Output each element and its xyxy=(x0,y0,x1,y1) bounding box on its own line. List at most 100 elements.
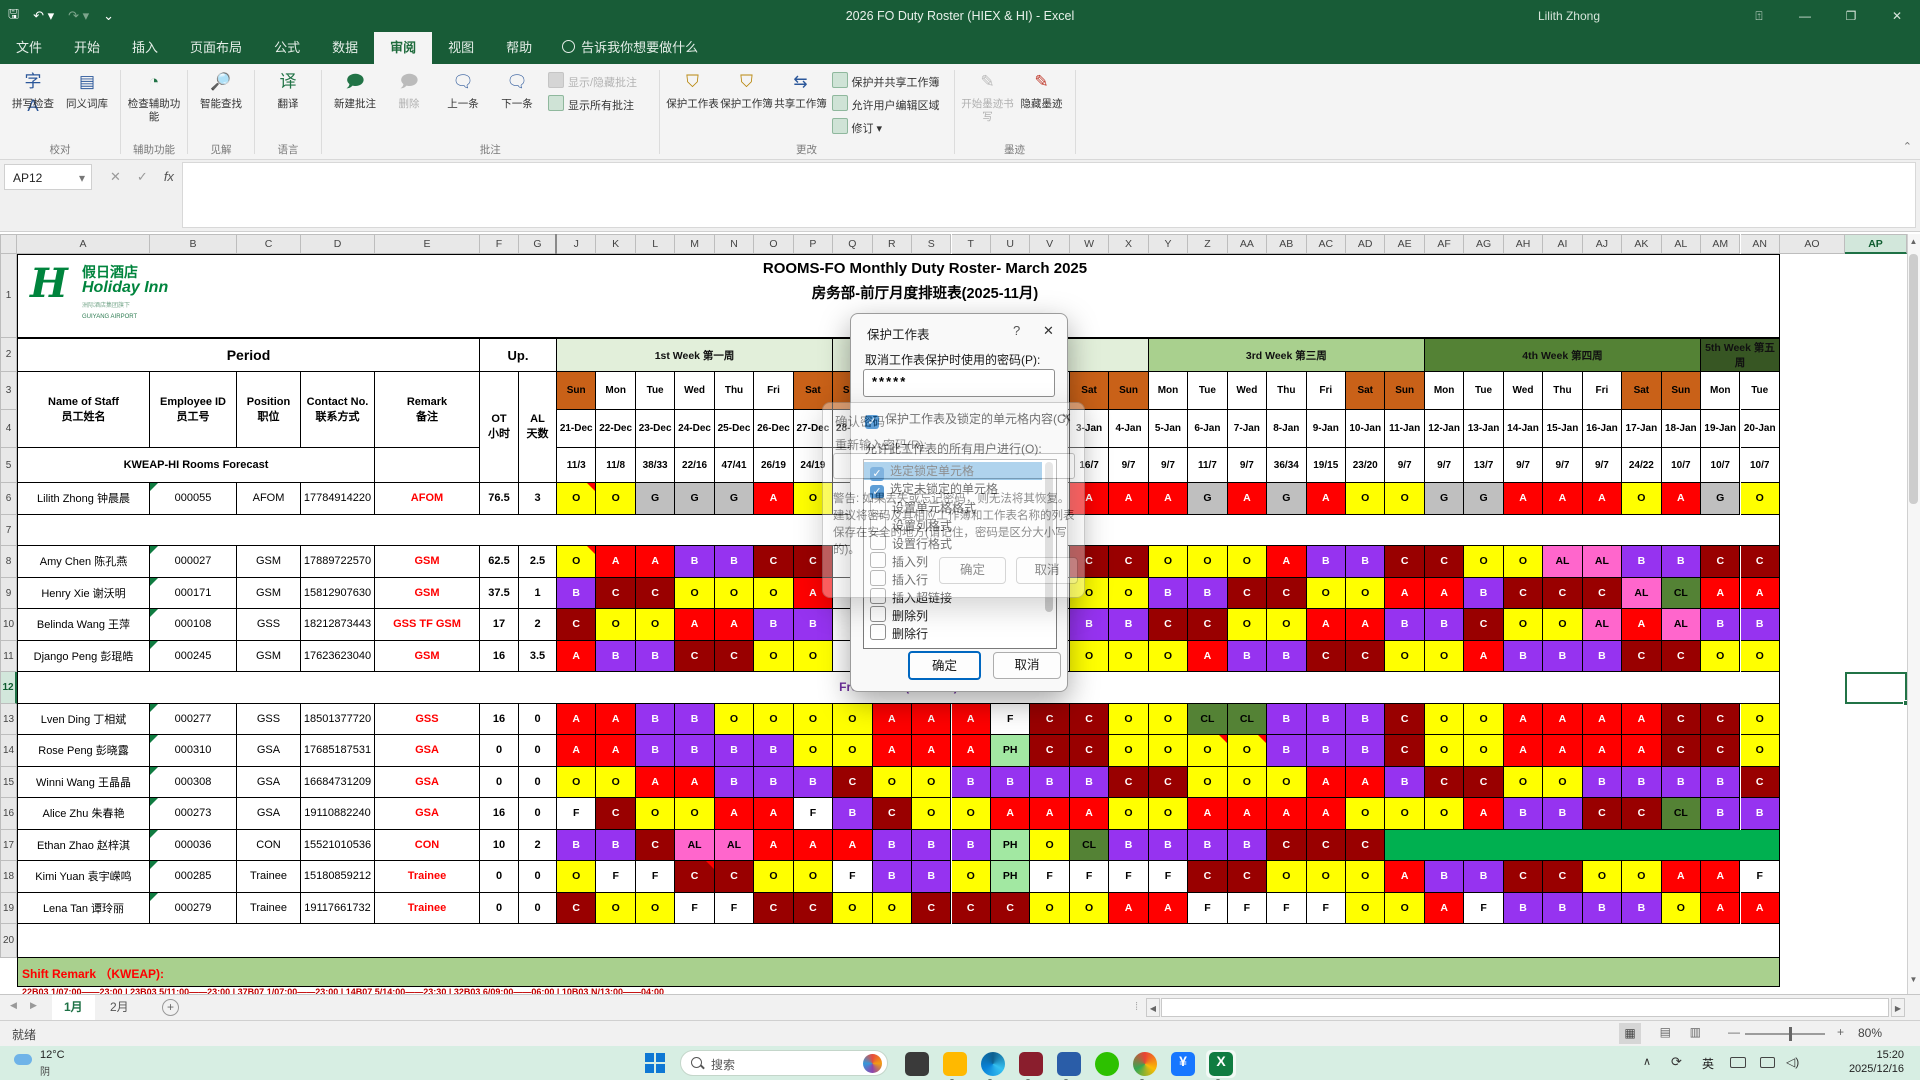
shift-cell[interactable]: F xyxy=(1228,893,1267,925)
staff-pos-10[interactable]: GSS xyxy=(237,609,301,641)
page-break-view-icon[interactable]: ▥ xyxy=(1690,1025,1701,1039)
shift-cell[interactable]: C xyxy=(1346,641,1385,673)
staff-remark-11[interactable]: GSM xyxy=(375,641,480,673)
ribbon-tab-帮助[interactable]: 帮助 xyxy=(490,32,548,64)
shift-cell[interactable]: A xyxy=(715,609,754,641)
shift-cell[interactable]: O xyxy=(794,735,833,767)
shift-cell[interactable]: B xyxy=(1622,546,1661,578)
row-header-11[interactable]: 11 xyxy=(0,641,17,673)
shift-cell[interactable]: B xyxy=(1188,578,1227,610)
shift-cell[interactable]: B xyxy=(1070,609,1109,641)
scroll-down-icon[interactable]: ▼ xyxy=(1907,972,1920,988)
shift-cell[interactable]: B xyxy=(754,609,793,641)
ribbon-button-显示所有批注[interactable]: 显示所有批注 xyxy=(548,95,634,115)
shift-cell[interactable]: C xyxy=(1701,735,1740,767)
column-header-J[interactable]: J xyxy=(557,234,596,254)
row-header-20[interactable]: 20 xyxy=(0,924,17,958)
shift-cell[interactable]: A xyxy=(1583,735,1622,767)
shift-cell[interactable]: B xyxy=(675,735,714,767)
minimize-button[interactable]: — xyxy=(1782,0,1828,32)
shift-cell[interactable]: O xyxy=(1504,767,1543,799)
shift-cell[interactable]: O xyxy=(1425,735,1464,767)
shift-cell[interactable]: A xyxy=(1188,798,1227,830)
undo-icon[interactable]: ↶ ▾ xyxy=(33,8,54,24)
shift-cell[interactable]: O xyxy=(1109,798,1148,830)
shift-cell[interactable]: A xyxy=(1504,735,1543,767)
shift-cell[interactable]: A xyxy=(1188,641,1227,673)
shift-cell[interactable]: C xyxy=(1425,767,1464,799)
shift-cell[interactable]: O xyxy=(833,735,872,767)
staff-remark-14[interactable]: GSA xyxy=(375,735,480,767)
ribbon-tab-视图[interactable]: 视图 xyxy=(432,32,490,64)
staff-contact-11[interactable]: 17623623040 xyxy=(301,641,375,673)
shift-cell[interactable]: G xyxy=(675,483,714,515)
shift-cell[interactable]: AL xyxy=(675,830,714,862)
shift-cell[interactable]: G xyxy=(1188,483,1227,515)
zoom-out-icon[interactable]: — xyxy=(1728,1025,1740,1039)
shift-cell[interactable]: C xyxy=(1662,735,1701,767)
shift-cell[interactable]: B xyxy=(1583,641,1622,673)
staff-name-8[interactable]: Amy Chen 陈孔燕 xyxy=(17,546,150,578)
staff-id-11[interactable]: 000245 xyxy=(150,641,237,673)
staff-remark-6[interactable]: AFOM xyxy=(375,483,480,515)
sheet-nav-right-icon[interactable]: ▶ xyxy=(30,1000,37,1011)
enter-formula-icon[interactable]: ✓ xyxy=(137,164,148,190)
shift-cell[interactable]: C xyxy=(1188,861,1227,893)
staff-al-11[interactable]: 3.5 xyxy=(519,641,557,673)
column-header-M[interactable]: M xyxy=(675,234,714,254)
shift-cell[interactable]: O xyxy=(1701,641,1740,673)
shift-cell[interactable]: O xyxy=(636,893,675,925)
staff-pos-14[interactable]: GSA xyxy=(237,735,301,767)
shift-cell[interactable]: C xyxy=(1583,578,1622,610)
staff-name-9[interactable]: Henry Xie 谢沃明 xyxy=(17,578,150,610)
staff-pos-11[interactable]: GSM xyxy=(237,641,301,673)
staff-remark-10[interactable]: GSS TF GSM xyxy=(375,609,480,641)
staff-id-14[interactable]: 000310 xyxy=(150,735,237,767)
reenter-input[interactable] xyxy=(833,453,1075,479)
shift-cell[interactable]: B xyxy=(1385,609,1424,641)
staff-remark-16[interactable]: GSA xyxy=(375,798,480,830)
shift-cell[interactable]: O xyxy=(1228,735,1267,767)
staff-ot-10[interactable]: 17 xyxy=(480,609,519,641)
shift-cell[interactable]: A xyxy=(1109,893,1148,925)
ribbon-button-共享工作簿[interactable]: ⇆共享工作簿 xyxy=(774,68,828,140)
shift-cell[interactable]: A xyxy=(1307,609,1346,641)
ghost-cancel-button[interactable]: 取消 xyxy=(1016,557,1078,584)
shift-cell[interactable]: C xyxy=(833,767,872,799)
staff-id-6[interactable]: 000055 xyxy=(150,483,237,515)
shift-cell[interactable]: AL xyxy=(1583,609,1622,641)
shift-cell[interactable]: B xyxy=(1504,893,1543,925)
new-sheet-icon[interactable]: + xyxy=(162,999,179,1016)
shift-cell[interactable]: B xyxy=(1662,546,1701,578)
shift-cell[interactable]: C xyxy=(754,893,793,925)
cancel-formula-icon[interactable]: ✕ xyxy=(110,164,121,190)
shift-cell[interactable]: C xyxy=(1741,546,1780,578)
shift-cell[interactable]: O xyxy=(873,893,912,925)
taskbar-search[interactable]: 搜索 xyxy=(680,1050,888,1076)
shift-cell[interactable]: O xyxy=(794,861,833,893)
ribbon-tab-数据[interactable]: 数据 xyxy=(316,32,374,64)
shift-cell[interactable]: B xyxy=(1701,609,1740,641)
ribbon-button-同义词库[interactable]: ▤同义词库 xyxy=(60,68,114,140)
normal-view-icon[interactable]: ▦ xyxy=(1619,1023,1641,1044)
shift-cell[interactable]: O xyxy=(596,893,635,925)
shift-cell[interactable]: B xyxy=(1267,704,1306,736)
shift-cell[interactable]: B xyxy=(912,830,951,862)
staff-pos-13[interactable]: GSS xyxy=(237,704,301,736)
staff-al-17[interactable]: 2 xyxy=(519,830,557,862)
shift-merged-green-17[interactable] xyxy=(1385,830,1780,862)
shift-cell[interactable]: AL xyxy=(1662,609,1701,641)
shift-cell[interactable]: F xyxy=(557,798,596,830)
shift-cell[interactable]: A xyxy=(1741,578,1780,610)
shift-cell[interactable]: A xyxy=(557,641,596,673)
staff-contact-6[interactable]: 17784914220 xyxy=(301,483,375,515)
shift-cell[interactable]: B xyxy=(754,735,793,767)
shift-cell[interactable]: A xyxy=(1425,893,1464,925)
list-option-删除列[interactable]: 删除列 xyxy=(864,606,1042,624)
shift-cell[interactable]: B xyxy=(596,830,635,862)
shift-cell[interactable]: A xyxy=(1662,861,1701,893)
shift-cell[interactable]: A xyxy=(557,704,596,736)
shift-cell[interactable]: O xyxy=(1741,641,1780,673)
column-header-AE[interactable]: AE xyxy=(1385,234,1424,254)
ribbon-button-允许用户编辑区域[interactable]: 允许用户编辑区域 xyxy=(832,95,940,115)
